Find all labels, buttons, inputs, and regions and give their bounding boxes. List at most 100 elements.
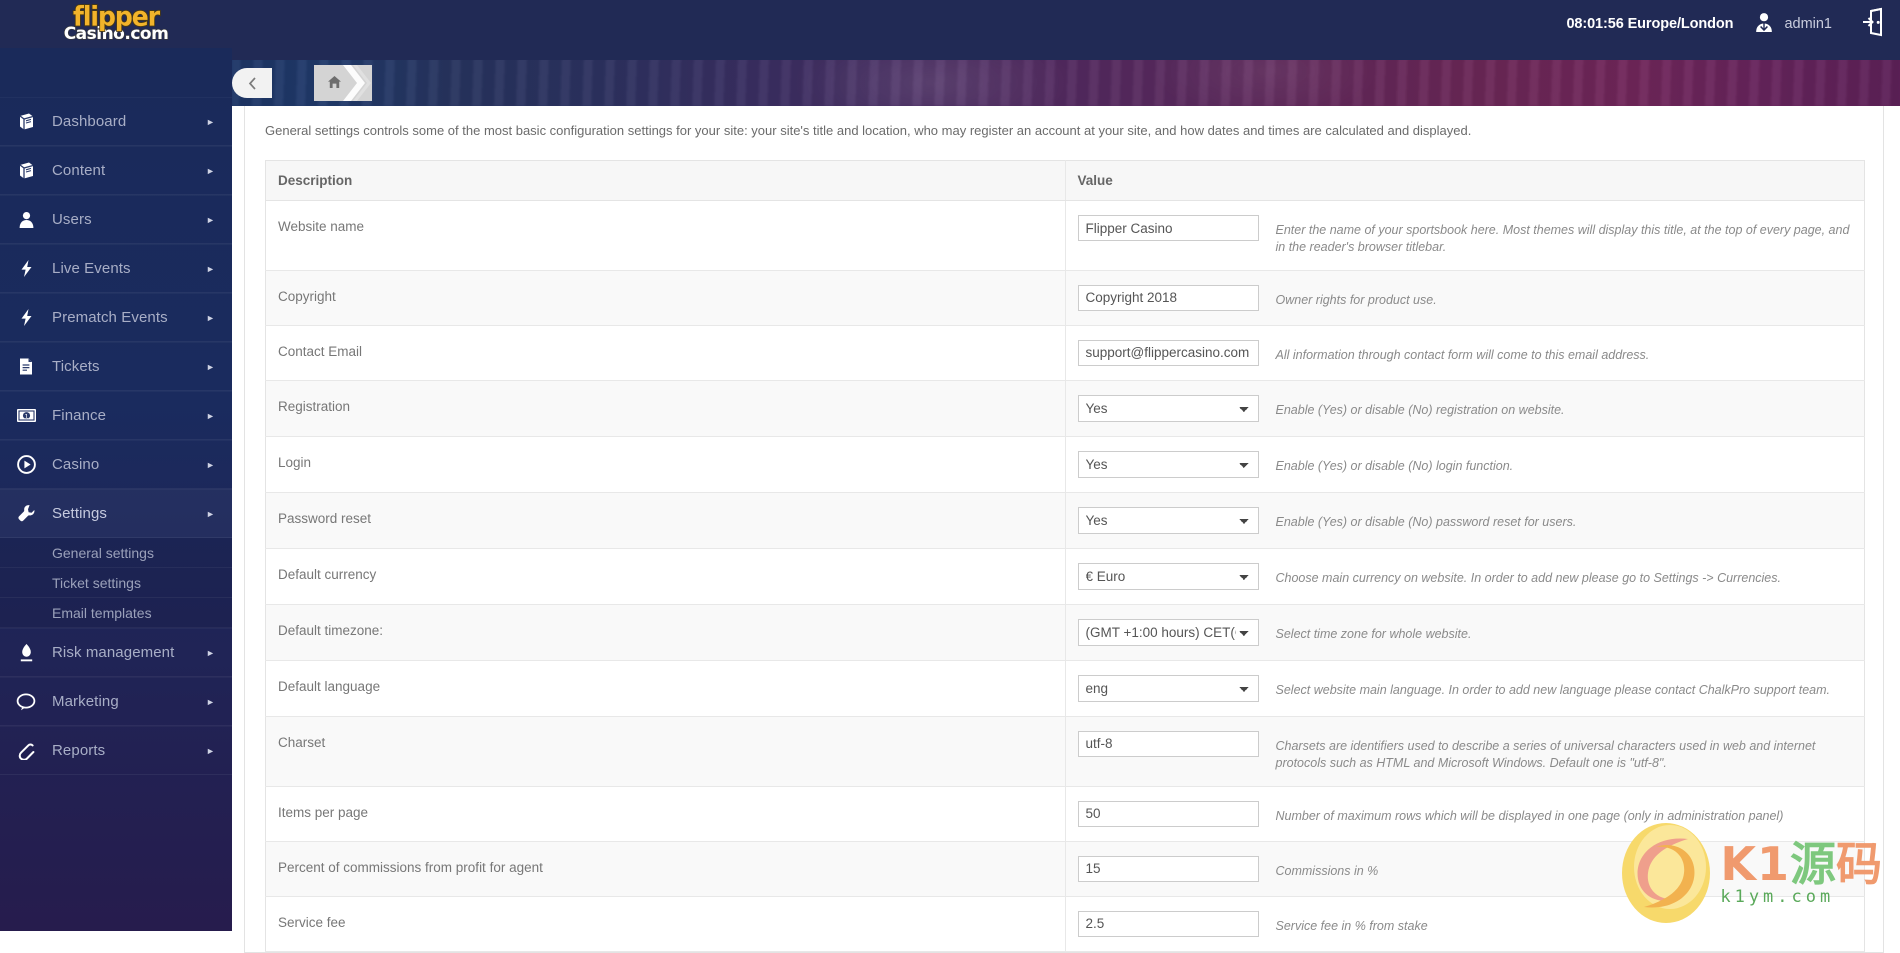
sidebar-item-casino[interactable]: Casino► <box>0 440 232 489</box>
sidebar-item-label: Tickets <box>52 358 206 375</box>
user-name-label: admin1 <box>1784 16 1832 32</box>
sidebar-item-live-events[interactable]: Live Events► <box>0 244 232 293</box>
chevron-right-icon: ► <box>206 215 232 225</box>
setting-select[interactable]: (GMT +1:00 hours) CET(Cent <box>1078 619 1259 646</box>
sidebar-item-dashboard[interactable]: Dashboard► <box>0 97 232 146</box>
chevron-right-icon: ► <box>206 746 232 756</box>
sidebar-item-finance[interactable]: 1Finance► <box>0 391 232 440</box>
setting-text-input[interactable] <box>1078 731 1259 757</box>
bolt-icon <box>0 259 52 278</box>
chevron-left-icon <box>247 76 258 91</box>
sidebar-item-label: Dashboard <box>52 113 206 130</box>
setting-description: Items per page <box>266 786 1066 841</box>
setting-text-input[interactable] <box>1078 856 1259 882</box>
setting-hint: Charsets are identifiers used to describ… <box>1259 731 1853 772</box>
setting-hint: Select website main language. In order t… <box>1259 675 1831 699</box>
setting-hint: Enable (Yes) or disable (No) registratio… <box>1259 395 1565 419</box>
column-header-value: Value <box>1065 161 1865 201</box>
setting-select[interactable]: eng <box>1078 675 1259 702</box>
sidebar-item-settings[interactable]: Settings► <box>0 489 232 538</box>
table-header-row: Description Value <box>266 161 1865 201</box>
sidebar-item-reports[interactable]: Reports► <box>0 726 232 775</box>
setting-value-cell: Owner rights for product use. <box>1065 270 1865 325</box>
setting-description: Login <box>266 436 1066 492</box>
setting-hint: Enter the name of your sportsbook here. … <box>1259 215 1853 256</box>
setting-text-input[interactable] <box>1078 911 1259 937</box>
setting-select[interactable]: YesNo <box>1078 451 1259 478</box>
sidebar-top-spacer <box>0 48 232 97</box>
column-header-description: Description <box>266 161 1066 201</box>
table-row: CopyrightOwner rights for product use. <box>266 270 1865 325</box>
logout-door-icon[interactable] <box>1860 7 1886 42</box>
setting-description: Default currency <box>266 548 1066 604</box>
setting-value-cell: (GMT +1:00 hours) CET(CentSelect time zo… <box>1065 604 1865 660</box>
sidebar-item-label: Marketing <box>52 693 206 710</box>
table-row: Default timezone:(GMT +1:00 hours) CET(C… <box>266 604 1865 660</box>
setting-text-input[interactable] <box>1078 340 1259 366</box>
main-content-area: General settings controls some of the mo… <box>232 106 1900 931</box>
sidebar-subitem-email-templates[interactable]: Email templates <box>0 598 232 628</box>
sidebar-item-label: Users <box>52 211 206 228</box>
table-row: Default languageengSelect website main l… <box>266 660 1865 716</box>
setting-description: Copyright <box>266 270 1066 325</box>
table-row: Service feeService fee in % from stake <box>266 896 1865 951</box>
sidebar-subitem-label: Email templates <box>52 605 152 621</box>
sidebar-item-label: Content <box>52 162 206 179</box>
setting-hint: Commissions in % <box>1259 856 1379 880</box>
sidebar-subitem-general-settings[interactable]: General settings <box>0 538 232 568</box>
sidebar-subitem-label: Ticket settings <box>52 575 141 591</box>
bolt-icon <box>0 308 52 327</box>
chevron-right-icon: ► <box>206 697 232 707</box>
setting-text-input[interactable] <box>1078 215 1259 241</box>
header-right-group: 08:01:56 Europe/London admin1 <box>1566 0 1886 48</box>
table-row: Percent of commissions from profit for a… <box>266 841 1865 896</box>
table-row: Website name Enter the name of your sport… <box>266 201 1865 271</box>
setting-select[interactable]: YesNo <box>1078 395 1259 422</box>
setting-value-cell: YesNoEnable (Yes) or disable (No) passwo… <box>1065 492 1865 548</box>
setting-text-input[interactable] <box>1078 801 1259 827</box>
setting-text-input[interactable] <box>1078 285 1259 311</box>
sidebar-item-users[interactable]: Users► <box>0 195 232 244</box>
table-row: Items per page Number of maximum rows whi… <box>266 786 1865 841</box>
setting-hint: Select time zone for whole website. <box>1259 619 1472 643</box>
setting-hint: Number of maximum rows which will be dis… <box>1259 801 1784 825</box>
sidebar-item-content[interactable]: Content► <box>0 146 232 195</box>
setting-value-cell: Enter the name of your sportsbook here. … <box>1065 201 1865 271</box>
chevron-right-icon: ► <box>206 460 232 470</box>
setting-value-cell: Service fee in % from stake <box>1065 896 1865 951</box>
sidebar-item-label: Settings <box>52 505 206 522</box>
user-icon <box>0 210 52 229</box>
chevron-right-icon: ► <box>206 648 232 658</box>
table-row: Default currency€ EuroChoose main curren… <box>266 548 1865 604</box>
setting-select[interactable]: YesNo <box>1078 507 1259 534</box>
setting-description: Contact Email <box>266 325 1066 380</box>
sidebar-navigation: Dashboard►Content►Users►Live Events►Prem… <box>0 48 232 931</box>
page-intro-text: General settings controls some of the mo… <box>245 103 1883 160</box>
sidebar-collapse-button[interactable] <box>232 68 272 98</box>
setting-description: Website name <box>266 201 1066 271</box>
setting-select[interactable]: € Euro <box>1078 563 1259 590</box>
setting-description: Service fee <box>266 896 1066 951</box>
sidebar-item-label: Casino <box>52 456 206 473</box>
sidebar-item-risk-management[interactable]: Risk management► <box>0 628 232 677</box>
brand-logo[interactable]: flipper Casino.com <box>0 0 232 48</box>
user-menu[interactable]: admin1 <box>1751 9 1832 40</box>
sidebar-item-marketing[interactable]: Marketing► <box>0 677 232 726</box>
chevron-right-icon: ► <box>206 362 232 372</box>
sidebar-item-label: Prematch Events <box>52 309 206 326</box>
sidebar-item-label: Live Events <box>52 260 206 277</box>
sidebar-item-prematch-events[interactable]: Prematch Events► <box>0 293 232 342</box>
page-banner <box>232 48 1900 106</box>
breadcrumb-home-item[interactable] <box>314 65 372 101</box>
chevron-right-icon: ► <box>206 166 232 176</box>
sidebar-subitem-ticket-settings[interactable]: Ticket settings <box>0 568 232 598</box>
logo-primary-text: flipper <box>64 2 169 29</box>
flame-icon <box>0 643 52 663</box>
breadcrumb <box>314 60 372 106</box>
comment-icon <box>0 693 52 711</box>
svg-text:1: 1 <box>24 412 28 420</box>
setting-value-cell: Commissions in % <box>1065 841 1865 896</box>
sidebar-item-tickets[interactable]: Tickets► <box>0 342 232 391</box>
setting-value-cell: Charsets are identifiers used to describ… <box>1065 716 1865 786</box>
play-circle-icon <box>0 455 52 474</box>
